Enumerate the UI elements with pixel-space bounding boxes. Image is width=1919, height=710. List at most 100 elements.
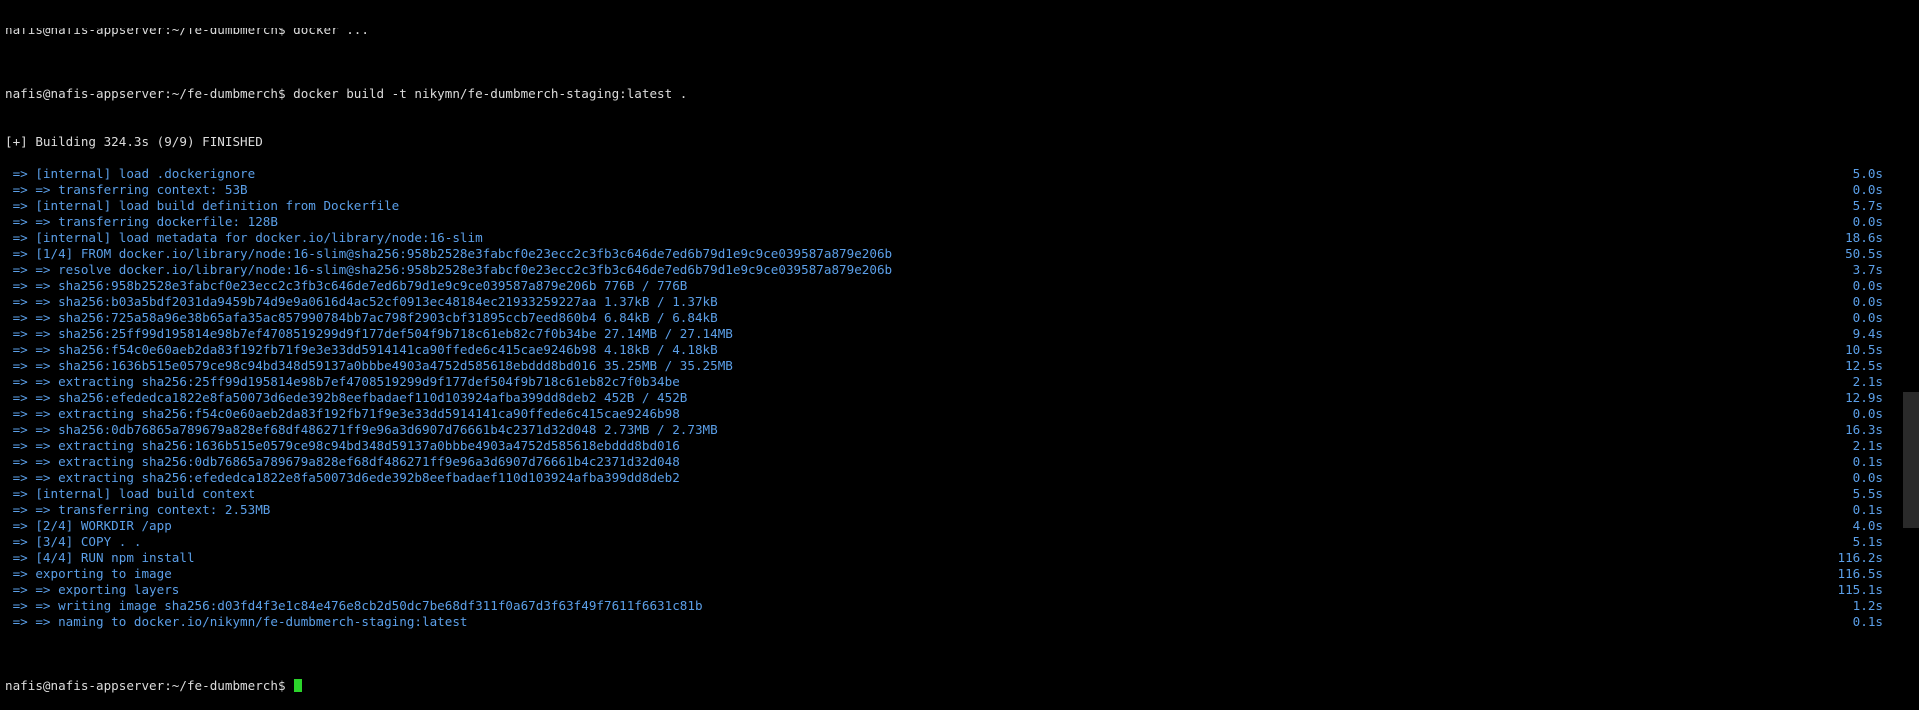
build-output-line: => => extracting sha256:1636b515e0579ce9… bbox=[0, 438, 1900, 454]
build-output-line: => => extracting sha256:efededca1822e8fa… bbox=[0, 470, 1900, 486]
build-step-duration: 115.1s bbox=[1837, 582, 1884, 597]
build-output-line: => [internal] load metadata for docker.i… bbox=[0, 230, 1900, 246]
build-output-line: => => sha256:f54c0e60aeb2da83f192fb71f9e… bbox=[0, 342, 1900, 358]
build-output-line: => => resolve docker.io/library/node:16-… bbox=[0, 262, 1900, 278]
build-step-text: => => extracting sha256:1636b515e0579ce9… bbox=[5, 438, 680, 453]
build-step-duration: 5.7s bbox=[1852, 198, 1883, 213]
build-output-line: => => sha256:958b2528e3fabcf0e23ecc2c3fb… bbox=[0, 278, 1900, 294]
build-step-duration: 0.1s bbox=[1852, 502, 1883, 517]
build-step-text: => => exporting layers bbox=[5, 582, 180, 597]
build-step-duration: 0.0s bbox=[1852, 470, 1883, 485]
build-step-duration: 5.0s bbox=[1852, 166, 1883, 181]
build-step-duration: 5.5s bbox=[1852, 486, 1883, 501]
build-step-text: => [internal] load .dockerignore bbox=[5, 166, 256, 181]
build-step-text: => [2/4] WORKDIR /app bbox=[5, 518, 172, 533]
build-step-duration: 0.1s bbox=[1852, 614, 1883, 629]
build-step-text: => => extracting sha256:0db76865a789679a… bbox=[5, 454, 680, 469]
build-step-duration: 0.0s bbox=[1852, 182, 1883, 197]
build-step-duration: 2.1s bbox=[1852, 438, 1883, 453]
build-step-text: => => sha256:25ff99d195814e98b7ef4708519… bbox=[5, 326, 733, 341]
build-output-line: => => transferring context: 2.53MB 0.1s bbox=[0, 502, 1900, 518]
build-status-line: [+] Building 324.3s (9/9) FINISHED bbox=[0, 118, 1900, 149]
build-output-line: => [internal] load build definition from… bbox=[0, 198, 1900, 214]
build-output-line: => => sha256:1636b515e0579ce98c94bd348d5… bbox=[0, 358, 1900, 374]
terminal-line-partial: nafis@nafis-appserver:~/fe-dumbmerch$ do… bbox=[0, 28, 1900, 38]
build-step-text: => exporting to image bbox=[5, 566, 172, 581]
prompt-text: nafis@nafis-appserver:~/fe-dumbmerch$ bbox=[5, 678, 303, 694]
build-step-text: => => extracting sha256:25ff99d195814e98… bbox=[5, 374, 680, 389]
command-line: nafis@nafis-appserver:~/fe-dumbmerch$ do… bbox=[0, 70, 1900, 101]
build-step-text: => => transferring dockerfile: 128B bbox=[5, 214, 278, 229]
build-output-line: => => sha256:0db76865a789679a828ef68df48… bbox=[0, 422, 1900, 438]
build-step-text: => => naming to docker.io/nikymn/fe-dumb… bbox=[5, 614, 468, 629]
build-step-text: => [4/4] RUN npm install bbox=[5, 550, 195, 565]
command-text: nafis@nafis-appserver:~/fe-dumbmerch$ do… bbox=[5, 86, 688, 101]
build-step-text: => => transferring context: 53B bbox=[5, 182, 248, 197]
build-step-duration: 1.2s bbox=[1852, 598, 1883, 613]
build-output-line: => => extracting sha256:25ff99d195814e98… bbox=[0, 374, 1900, 390]
build-step-duration: 3.7s bbox=[1852, 262, 1883, 277]
build-step-duration: 12.5s bbox=[1845, 358, 1883, 373]
build-output-line: => => transferring context: 53B 0.0s bbox=[0, 182, 1900, 198]
build-output-line: => => extracting sha256:0db76865a789679a… bbox=[0, 454, 1900, 470]
build-status-text: [+] Building 324.3s (9/9) FINISHED bbox=[5, 134, 263, 149]
build-output-line: => exporting to image 116.5s bbox=[0, 566, 1900, 582]
build-step-text: => [internal] load metadata for docker.i… bbox=[5, 230, 483, 245]
build-output-line: => => exporting layers 115.1s bbox=[0, 582, 1900, 598]
build-step-duration: 0.0s bbox=[1852, 310, 1883, 325]
prompt-line[interactable]: nafis@nafis-appserver:~/fe-dumbmerch$ bbox=[0, 662, 1900, 693]
build-step-text: => => extracting sha256:efededca1822e8fa… bbox=[5, 470, 680, 485]
build-step-text: => => transferring context: 2.53MB bbox=[5, 502, 271, 517]
build-step-duration: 2.1s bbox=[1852, 374, 1883, 389]
build-step-duration: 0.0s bbox=[1852, 294, 1883, 309]
build-step-text: => => sha256:725a58a96e38b65afa35ac85799… bbox=[5, 310, 718, 325]
cursor-block bbox=[294, 679, 303, 692]
terminal-line-text: nafis@nafis-appserver:~/fe-dumbmerch$ do… bbox=[5, 28, 369, 37]
build-output-line: => => writing image sha256:d03fd4f3e1c84… bbox=[0, 598, 1900, 614]
build-step-duration: 18.6s bbox=[1845, 230, 1883, 245]
build-step-text: => [3/4] COPY . . bbox=[5, 534, 142, 549]
build-output-line: => => transferring dockerfile: 128B 0.0s bbox=[0, 214, 1900, 230]
build-output-line: => => sha256:b03a5bdf2031da9459b74d9e9a0… bbox=[0, 294, 1900, 310]
build-step-text: => => sha256:0db76865a789679a828ef68df48… bbox=[5, 422, 718, 437]
build-step-duration: 4.0s bbox=[1852, 518, 1883, 533]
build-output-line: => [4/4] RUN npm install 116.2s bbox=[0, 550, 1900, 566]
build-output: => [internal] load .dockerignore 5.0s => … bbox=[0, 166, 1900, 630]
build-step-text: => [internal] load build context bbox=[5, 486, 256, 501]
build-step-text: => => writing image sha256:d03fd4f3e1c84… bbox=[5, 598, 703, 613]
build-output-line: => [3/4] COPY . . 5.1s bbox=[0, 534, 1900, 550]
terminal-window[interactable]: nafis@nafis-appserver:~/fe-dumbmerch$ do… bbox=[0, 0, 1900, 693]
build-step-duration: 0.1s bbox=[1852, 454, 1883, 469]
build-step-duration: 0.0s bbox=[1852, 278, 1883, 293]
build-step-duration: 9.4s bbox=[1852, 326, 1883, 341]
build-step-text: => => sha256:958b2528e3fabcf0e23ecc2c3fb… bbox=[5, 278, 688, 293]
build-step-duration: 116.2s bbox=[1837, 550, 1884, 565]
build-step-duration: 0.0s bbox=[1852, 214, 1883, 229]
build-step-text: => => sha256:efededca1822e8fa50073d6ede3… bbox=[5, 390, 688, 405]
build-step-text: => => sha256:b03a5bdf2031da9459b74d9e9a0… bbox=[5, 294, 718, 309]
build-step-text: => => resolve docker.io/library/node:16-… bbox=[5, 262, 893, 277]
scrollbar[interactable] bbox=[1903, 0, 1919, 528]
build-output-line: => => sha256:efededca1822e8fa50073d6ede3… bbox=[0, 390, 1900, 406]
build-step-text: => [internal] load build definition from… bbox=[5, 198, 400, 213]
scrollbar-thumb[interactable] bbox=[1903, 392, 1919, 528]
build-step-duration: 0.0s bbox=[1852, 406, 1883, 421]
build-step-duration: 116.5s bbox=[1837, 566, 1884, 581]
build-step-duration: 12.9s bbox=[1845, 390, 1883, 405]
build-output-line: => [2/4] WORKDIR /app 4.0s bbox=[0, 518, 1900, 534]
build-step-duration: 50.5s bbox=[1845, 246, 1883, 261]
prompt-label: nafis@nafis-appserver:~/fe-dumbmerch$ bbox=[5, 678, 294, 693]
build-step-duration: 5.1s bbox=[1852, 534, 1883, 549]
build-step-text: => [1/4] FROM docker.io/library/node:16-… bbox=[5, 246, 893, 261]
build-output-line: => => sha256:725a58a96e38b65afa35ac85799… bbox=[0, 310, 1900, 326]
build-output-line: => => extracting sha256:f54c0e60aeb2da83… bbox=[0, 406, 1900, 422]
build-output-line: => => naming to docker.io/nikymn/fe-dumb… bbox=[0, 614, 1900, 630]
build-step-text: => => sha256:1636b515e0579ce98c94bd348d5… bbox=[5, 358, 733, 373]
build-output-line: => [internal] load build context 5.5s bbox=[0, 486, 1900, 502]
build-output-line: => => sha256:25ff99d195814e98b7ef4708519… bbox=[0, 326, 1900, 342]
build-step-duration: 10.5s bbox=[1845, 342, 1883, 357]
build-output-line: => [internal] load .dockerignore 5.0s bbox=[0, 166, 1900, 182]
build-step-text: => => sha256:f54c0e60aeb2da83f192fb71f9e… bbox=[5, 342, 718, 357]
build-output-line: => [1/4] FROM docker.io/library/node:16-… bbox=[0, 246, 1900, 262]
build-step-duration: 16.3s bbox=[1845, 422, 1883, 437]
